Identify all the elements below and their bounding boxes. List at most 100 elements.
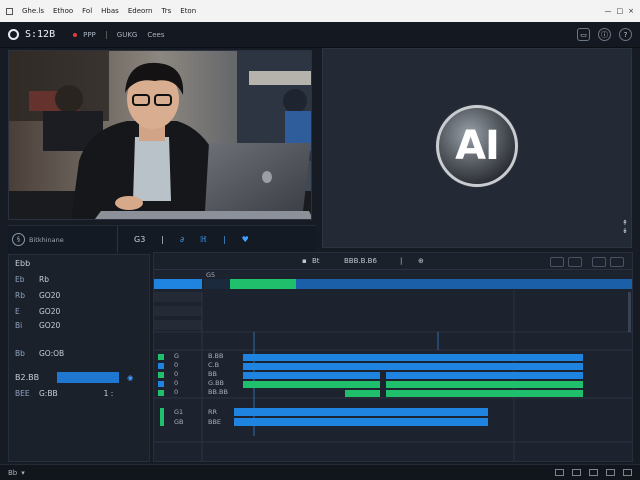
track-color-chip <box>158 354 164 360</box>
track-number: 0 <box>174 361 179 369</box>
timeline-view-button[interactable] <box>568 257 582 267</box>
layout-toggle-icon[interactable]: ▭ <box>577 28 590 41</box>
app-header: S:12B PPP GUKG Cees ▭ ⓘ ? <box>0 22 640 48</box>
os-menu-item[interactable]: Hbas <box>101 7 119 15</box>
os-menu-item[interactable]: Trs <box>161 7 171 15</box>
property-value: GO:OB <box>39 349 65 358</box>
track-number: 0 <box>174 379 179 387</box>
confirm-icon[interactable]: ◉ <box>127 374 133 382</box>
ai-badge-text: AI <box>455 123 500 169</box>
track-name: RR <box>208 408 218 416</box>
track-number: GB <box>174 418 184 426</box>
os-menu-item[interactable]: Edeorn <box>128 7 153 15</box>
ruler-range <box>296 279 632 289</box>
property-value: Rb <box>39 275 49 284</box>
scroll-down-icon[interactable]: ↡ <box>622 227 628 235</box>
camera-favorite-button[interactable]: ♥ <box>242 235 249 244</box>
camera-divider: | <box>161 235 164 244</box>
timeline-clip[interactable] <box>345 381 380 388</box>
scroll-up-icon[interactable]: ↟ <box>622 219 628 227</box>
status-view-icon[interactable] <box>606 469 615 476</box>
help-icon[interactable]: ? <box>619 28 632 41</box>
property-row[interactable]: Bb GO:OB <box>15 349 64 358</box>
timeline-view-button[interactable] <box>592 257 606 267</box>
track-color-chip <box>158 363 164 369</box>
property-extra: 1 : <box>103 389 114 398</box>
record-indicator-icon <box>73 32 78 37</box>
timeline-clip[interactable] <box>243 363 583 370</box>
property-key: Rb <box>15 291 25 300</box>
property-value: GO20 <box>39 307 61 316</box>
maximize-icon[interactable]: □ <box>617 7 624 15</box>
timeline-clip[interactable] <box>345 390 380 397</box>
status-view-icon[interactable] <box>589 469 598 476</box>
track-header[interactable] <box>154 320 202 330</box>
os-menu-item[interactable]: Ghe.ls <box>22 7 44 15</box>
app-menu-icon[interactable] <box>6 7 13 15</box>
camera-settings-button[interactable]: ℍ <box>200 235 207 244</box>
timeline-scrollbar[interactable] <box>628 292 631 332</box>
timeline-view-button[interactable] <box>610 257 624 267</box>
ruler-in-out-range[interactable] <box>230 279 296 289</box>
camera-source-label: Bitkhinane <box>29 235 64 244</box>
camera-feed-image <box>9 51 311 219</box>
property-key: Eb <box>15 275 25 284</box>
timeline-title: BBB.B.B6 <box>344 257 377 265</box>
timeline-view-button[interactable] <box>550 257 564 267</box>
property-row[interactable]: E GO20 <box>15 307 60 316</box>
camera-mic-button[interactable]: ∂ <box>180 235 184 244</box>
property-row[interactable]: Eb Rb <box>15 275 49 284</box>
os-menu-item[interactable]: Eton <box>180 7 196 15</box>
app-title: S:12B <box>25 29 56 40</box>
os-menu-item[interactable]: Fol <box>82 7 92 15</box>
info-icon[interactable]: ⓘ <box>598 28 611 41</box>
chevron-down-icon[interactable]: ▾ <box>21 469 25 477</box>
close-icon[interactable]: × <box>628 7 634 15</box>
selected-layer-bar[interactable] <box>57 372 120 383</box>
ai-preview-panel: AI ↟ ↡ <box>322 48 632 248</box>
track-color-chip <box>158 381 164 387</box>
status-view-icon[interactable] <box>572 469 581 476</box>
timeline-clip[interactable] <box>386 372 583 379</box>
header-menu-item[interactable]: Cees <box>147 31 164 39</box>
track-name: B.BB <box>208 352 224 360</box>
timeline-clip[interactable] <box>386 390 583 397</box>
timeline-clip[interactable] <box>243 354 583 361</box>
minimize-icon[interactable]: — <box>605 7 612 15</box>
camera-source-icon: § <box>12 233 25 246</box>
ruler-label: G5 <box>206 271 216 279</box>
ai-logo-badge: AI <box>436 105 518 187</box>
timeline-clip[interactable] <box>234 418 488 426</box>
timeline-clip[interactable] <box>234 408 488 416</box>
property-value: GO20 <box>39 321 61 330</box>
ruler-marker[interactable] <box>154 279 202 289</box>
camera-grid-button[interactable]: G3 <box>134 235 145 244</box>
camera-source[interactable]: § Bitkhinane <box>8 226 118 253</box>
property-key: Bb <box>15 349 25 358</box>
track-name: BBE <box>208 418 222 426</box>
panel-scroll-control[interactable]: ↟ ↡ <box>622 219 628 235</box>
property-key: Bi <box>15 321 23 330</box>
header-menu-item[interactable]: PPP <box>83 31 96 39</box>
timeline-separator: | <box>400 257 403 265</box>
status-view-icon[interactable] <box>555 469 564 476</box>
timeline-zoom-icon[interactable]: ⊕ <box>418 257 424 265</box>
track-number: 0 <box>174 388 179 396</box>
status-view-icon[interactable] <box>623 469 632 476</box>
selected-layer-row[interactable]: B2.BB ◉ <box>9 371 149 384</box>
os-menu-item[interactable]: Ethoo <box>53 7 73 15</box>
timeline-clip[interactable] <box>386 381 583 388</box>
track-color-chip <box>158 372 164 378</box>
header-menu-item[interactable]: GUKG <box>117 31 138 39</box>
property-row[interactable]: Bi GO20 <box>15 321 60 330</box>
track-color-chip <box>158 390 164 396</box>
os-menu-bar: Ghe.ls Ethoo Fol Hbas Edeorn Trs Eton — … <box>0 0 640 22</box>
timeline-tracks[interactable] <box>154 270 632 462</box>
timeline-clip[interactable] <box>243 372 380 379</box>
track-header[interactable] <box>154 306 202 316</box>
timeline-clip[interactable] <box>243 381 345 388</box>
track-header[interactable] <box>154 292 202 302</box>
property-row[interactable]: BEE G:BB 1 : <box>15 389 113 398</box>
play-marker-icon[interactable]: ▪ <box>302 257 307 265</box>
property-row[interactable]: Rb GO20 <box>15 291 60 300</box>
